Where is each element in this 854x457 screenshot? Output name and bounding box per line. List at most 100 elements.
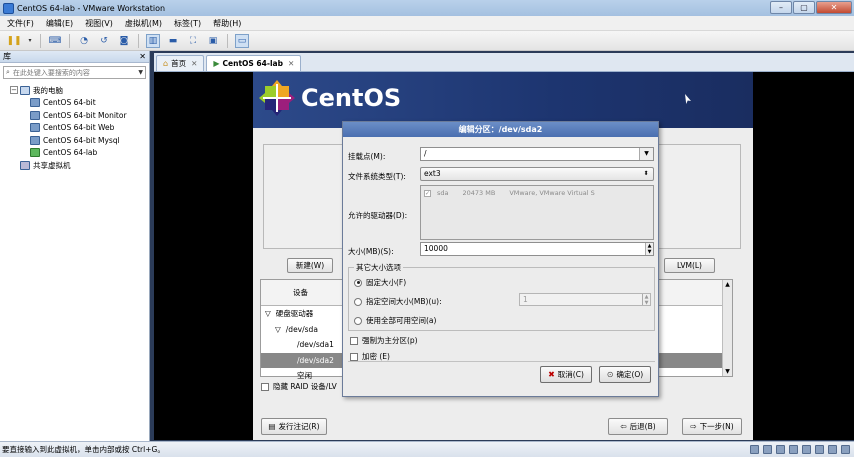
fill-upto-spinbox[interactable]: 1 ▲ ▼ — [519, 293, 651, 306]
fixed-size-radio[interactable]: 固定大小(F) — [354, 277, 406, 288]
radio-label: 使用全部可用空间(a) — [366, 316, 437, 325]
computer-icon — [20, 85, 30, 95]
tab-centos-64-lab[interactable]: ▶ CentOS 64-lab ✕ — [206, 55, 302, 71]
tree-node-vm[interactable]: CentOS 64-bit Monitor — [0, 109, 149, 122]
lvm-button[interactable]: LVM(L) — [664, 258, 715, 273]
checkbox-box[interactable] — [350, 336, 358, 345]
fstype-select[interactable]: ext3 ⬍ — [420, 167, 654, 181]
tree-node-vm[interactable]: CentOS 64-bit Mysql — [0, 134, 149, 147]
snapshot-icon[interactable]: ◔ — [77, 34, 91, 48]
ok-check-icon: ⊙ — [606, 370, 614, 379]
drive-checkbox-icon[interactable]: ✓ — [424, 189, 431, 197]
release-notes-button[interactable]: ▤ 发行注记(R) — [261, 418, 327, 435]
floppy-icon[interactable] — [776, 445, 785, 454]
tree-node-vm-running[interactable]: CentOS 64-lab — [0, 147, 149, 160]
menu-tabs[interactable]: 标签(T) — [174, 18, 201, 29]
tab-bar: ⌂ 首页 ✕ ▶ CentOS 64-lab ✕ — [154, 53, 854, 72]
drive-row[interactable]: ✓ sda 20473 MB VMware, VMware Virtual S — [421, 186, 653, 197]
tab-close-icon[interactable]: ✕ — [191, 59, 197, 68]
unity-icon[interactable]: ▣ — [206, 34, 220, 48]
hide-raid-checkbox[interactable]: 隐藏 RAID 设备/LV — [261, 381, 337, 392]
allowed-drives-list[interactable]: ✓ sda 20473 MB VMware, VMware Virtual S — [420, 185, 654, 240]
full-screen-icon[interactable]: ⛶ — [186, 34, 200, 48]
tab-home[interactable]: ⌂ 首页 ✕ — [156, 55, 205, 71]
back-button[interactable]: ⇦ 后退(B) — [608, 418, 668, 435]
revert-snapshot-icon[interactable]: ↺ — [97, 34, 111, 48]
cdrom-icon[interactable] — [763, 445, 772, 454]
other-size-options-group: 其它大小选项 固定大小(F) 指定空间大小(MB)(u): 1 ▲ ▼ 使用全部可… — [348, 262, 655, 331]
minimize-button[interactable]: – — [770, 1, 792, 14]
send-keys-icon[interactable]: ⌨ — [48, 34, 62, 48]
printer-icon[interactable] — [828, 445, 837, 454]
next-arrow-icon: ⇨ — [690, 422, 697, 431]
maximize-button[interactable]: ▢ — [793, 1, 815, 14]
tree-node-vm[interactable]: CentOS 64-bit Web — [0, 122, 149, 135]
search-dropdown-icon[interactable]: ▼ — [138, 69, 143, 76]
sound-icon[interactable] — [815, 445, 824, 454]
menu-vm[interactable]: 虚拟机(M) — [125, 18, 162, 29]
shared-vm-icon — [20, 160, 30, 170]
menu-help[interactable]: 帮助(H) — [213, 18, 241, 29]
device-label: /dev/sda2 — [297, 355, 334, 365]
snapshot-manager-icon[interactable]: ◙ — [117, 34, 131, 48]
dialog-title: 编辑分区：/dev/sda2 — [343, 122, 658, 137]
library-close-icon[interactable]: ✕ — [139, 51, 146, 63]
tree-node-vm[interactable]: CentOS 64-bit — [0, 97, 149, 110]
device-label: 硬盘驱动器 — [275, 309, 314, 319]
library-search-input[interactable]: ⌕ 在此处键入要搜索的内容 ▼ — [3, 66, 146, 79]
fill-max-radio[interactable]: 使用全部可用空间(a) — [354, 315, 436, 326]
vm-icon — [30, 123, 40, 133]
tree-label: CentOS 64-bit — [43, 98, 96, 108]
dropdown-arrow-icon[interactable]: ▼ — [639, 148, 653, 160]
next-button[interactable]: ⇨ 下一步(N) — [682, 418, 742, 435]
mount-point-combo[interactable]: / ▼ — [420, 147, 654, 161]
fill-upto-radio[interactable]: 指定空间大小(MB)(u): — [354, 296, 442, 307]
scroll-up-icon[interactable]: ▲ — [723, 280, 732, 289]
size-label: 大小(MB)(S): — [348, 247, 394, 256]
new-partition-button[interactable]: 新建(W) — [287, 258, 333, 273]
radio-icon[interactable] — [354, 297, 362, 306]
tree-node-my-computer[interactable]: − 我的电脑 — [0, 84, 149, 97]
checkbox-label: 强制为主分区(p) — [362, 336, 418, 345]
close-button[interactable]: ✕ — [816, 1, 852, 14]
device-list-scrollbar[interactable]: ▲ ▼ — [722, 280, 732, 376]
console-view-icon[interactable]: ▭ — [235, 33, 249, 48]
collapse-icon[interactable]: − — [10, 86, 18, 95]
scroll-down-icon[interactable]: ▼ — [723, 367, 732, 376]
show-library-icon[interactable]: ▥ — [146, 33, 160, 48]
menu-view[interactable]: 视图(V) — [85, 18, 113, 29]
ok-button[interactable]: ⊙ 确定(O) — [599, 366, 651, 383]
expand-arrow-icon[interactable]: ▽ — [275, 325, 281, 334]
button-label: 下一步(N) — [699, 422, 734, 431]
expand-arrow-icon[interactable]: ▽ — [265, 309, 271, 318]
tree-node-shared-vms[interactable]: 共享虚拟机 — [0, 159, 149, 172]
toolbar-separator — [69, 33, 70, 48]
hard-disk-icon[interactable] — [750, 445, 759, 454]
home-icon: ⌂ — [163, 59, 169, 68]
thumbnail-bar-icon[interactable]: ▬ — [166, 34, 180, 48]
toolbar: ❚❚ ▾ ⌨ ◔ ↺ ◙ ▥ ▬ ⛶ ▣ ▭ — [0, 31, 854, 51]
search-icon: ⌕ — [6, 68, 10, 76]
radio-selected-icon[interactable] — [354, 278, 362, 287]
checkbox-box[interactable] — [261, 383, 269, 391]
spinner-arrows-icon[interactable]: ▲ ▼ — [645, 243, 653, 255]
network-icon[interactable] — [789, 445, 798, 454]
checkbox-box[interactable] — [350, 352, 358, 361]
radio-icon[interactable] — [354, 316, 362, 325]
usb-icon[interactable] — [802, 445, 811, 454]
dropdown-arrow-icon[interactable]: ▾ — [27, 34, 33, 48]
menu-file[interactable]: 文件(F) — [7, 18, 34, 29]
vm-icon — [30, 135, 40, 145]
cancel-button[interactable]: ✖ 取消(C) — [540, 366, 592, 383]
message-icon[interactable] — [841, 445, 850, 454]
title-bar: CentOS 64-lab - VMware Workstation – ▢ ✕ — [0, 0, 854, 16]
drive-size: 20473 MB — [462, 189, 496, 197]
tab-close-icon[interactable]: ✕ — [288, 59, 294, 68]
pause-icon[interactable]: ❚❚ — [6, 34, 21, 48]
size-spinbox[interactable]: 10000 ▲ ▼ — [420, 242, 654, 256]
force-primary-checkbox[interactable]: 强制为主分区(p) — [350, 335, 418, 346]
select-arrows-icon[interactable]: ⬍ — [639, 168, 653, 180]
spinner-arrows-icon[interactable]: ▲ ▼ — [642, 294, 650, 306]
tab-label: CentOS 64-lab — [222, 59, 283, 68]
menu-edit[interactable]: 编辑(E) — [46, 18, 73, 29]
